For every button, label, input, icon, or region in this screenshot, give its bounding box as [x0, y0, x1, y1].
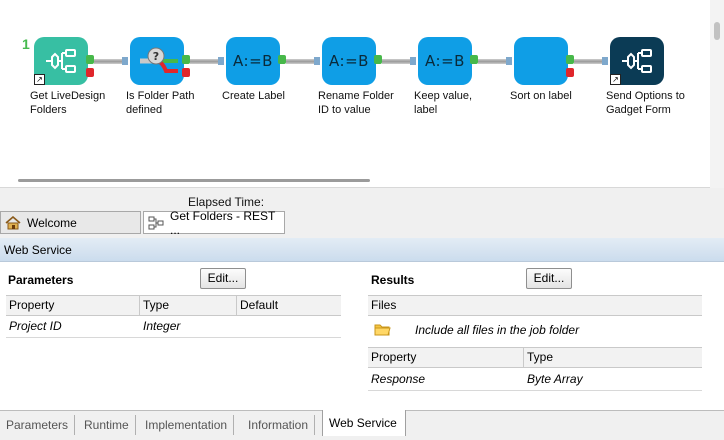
output-port-pass[interactable] — [374, 55, 382, 64]
input-port[interactable] — [602, 57, 608, 65]
cell-default — [237, 316, 341, 337]
tab-implementation[interactable]: Implementation — [139, 415, 235, 435]
table-row[interactable]: Response Byte Array — [368, 369, 702, 391]
output-port-pass[interactable] — [566, 55, 574, 64]
node-label: Is Folder Path defined — [126, 90, 195, 116]
web-service-panel: Parameters Edit... Property Type Default… — [0, 262, 724, 410]
node-create-label[interactable]: A:=B — [226, 37, 280, 85]
branch-question-icon: ? — [140, 47, 178, 73]
output-port-fail[interactable] — [86, 68, 94, 77]
tab-parameters[interactable]: Parameters — [0, 415, 76, 435]
column-header: Files — [371, 298, 397, 312]
input-port[interactable] — [218, 57, 224, 65]
scrollbar-thumb[interactable] — [714, 22, 720, 40]
node-glyph: A:=B — [233, 52, 273, 70]
output-port-pass[interactable] — [86, 55, 94, 64]
cell-type: Integer — [143, 319, 181, 333]
table-row[interactable]: Project ID Integer — [6, 316, 341, 338]
tree-icon — [622, 49, 652, 73]
node-is-folder-path-defined[interactable]: ? — [130, 37, 184, 85]
output-port-fail[interactable] — [566, 68, 574, 77]
files-item-text: Include all files in the job folder — [415, 323, 580, 337]
node-label: Sort on label — [510, 90, 572, 102]
tab-web-service[interactable]: Web Service — [322, 410, 406, 436]
cell-property: Response — [371, 372, 426, 386]
results-edit-button[interactable]: Edit... — [526, 268, 572, 289]
step-number: 1 — [22, 36, 30, 52]
results-grid-header: Property Type — [368, 347, 702, 368]
column-header[interactable]: Property — [6, 296, 140, 315]
node-glyph: A:=B — [329, 52, 369, 70]
output-port-pass[interactable] — [470, 55, 478, 64]
node-label: Create Label — [222, 90, 285, 102]
node-sort-on-label[interactable] — [514, 37, 568, 85]
home-icon — [5, 215, 21, 230]
shortcut-icon: ↗ — [610, 74, 621, 85]
node-label: Keep value, label — [414, 90, 473, 116]
node-label: Send Options to Gadget Form — [606, 90, 685, 116]
tab-information[interactable]: Information — [242, 415, 316, 435]
input-port[interactable] — [314, 57, 320, 65]
shortcut-icon: ↗ — [34, 74, 45, 85]
input-port[interactable] — [506, 57, 512, 65]
parameters-grid-header: Property Type Default — [6, 295, 341, 316]
elapsed-time-label: Elapsed Time: — [188, 195, 265, 209]
tree-icon — [46, 49, 76, 73]
node-keep-value-label[interactable]: A:=B — [418, 37, 472, 85]
parameters-title: Parameters — [8, 273, 74, 287]
files-row[interactable]: Include all files in the job folder — [368, 317, 702, 343]
output-port-pass[interactable] — [182, 55, 190, 64]
tab-label: Welcome — [27, 215, 77, 230]
results-title: Results — [371, 273, 415, 287]
flow-icon — [148, 216, 164, 230]
folder-icon — [374, 322, 391, 339]
output-port-fail[interactable] — [182, 68, 190, 77]
tab-welcome[interactable]: Welcome — [0, 211, 141, 234]
column-header[interactable]: Property — [368, 348, 524, 367]
input-port[interactable] — [410, 57, 416, 65]
input-port[interactable] — [122, 57, 128, 65]
svg-text:?: ? — [153, 50, 159, 63]
files-header: Files — [368, 295, 702, 316]
node-glyph: A:=B — [425, 52, 465, 70]
column-header[interactable]: Type — [140, 296, 237, 315]
tab-runtime[interactable]: Runtime — [78, 415, 136, 435]
cell-type: Byte Array — [527, 372, 583, 386]
output-port-pass[interactable] — [278, 55, 286, 64]
tab-label: Get Folders - REST ... — [170, 208, 276, 237]
document-tabs: Welcome Get Folders - REST ... — [0, 208, 724, 237]
column-header[interactable]: Default — [237, 296, 341, 315]
node-label: Get LiveDesign Folders — [30, 90, 106, 116]
pipeline-canvas[interactable]: 1 ↗ Get LiveDesign Folders ? Is Folder P… — [0, 0, 724, 188]
cell-property: Project ID — [9, 319, 62, 333]
node-rename-folder-id[interactable]: A:=B — [322, 37, 376, 85]
tab-get-folders[interactable]: Get Folders - REST ... — [143, 208, 285, 237]
bottom-tab-bar: Parameters Runtime Implementation Inform… — [0, 410, 724, 440]
column-header[interactable]: Type — [524, 348, 702, 367]
horizontal-scrollbar[interactable] — [18, 179, 370, 182]
vertical-scrollbar[interactable] — [710, 0, 724, 188]
node-label: Rename Folder ID to value — [318, 90, 394, 116]
parameters-edit-button[interactable]: Edit... — [200, 268, 246, 289]
panel-header: Web Service — [0, 238, 724, 262]
